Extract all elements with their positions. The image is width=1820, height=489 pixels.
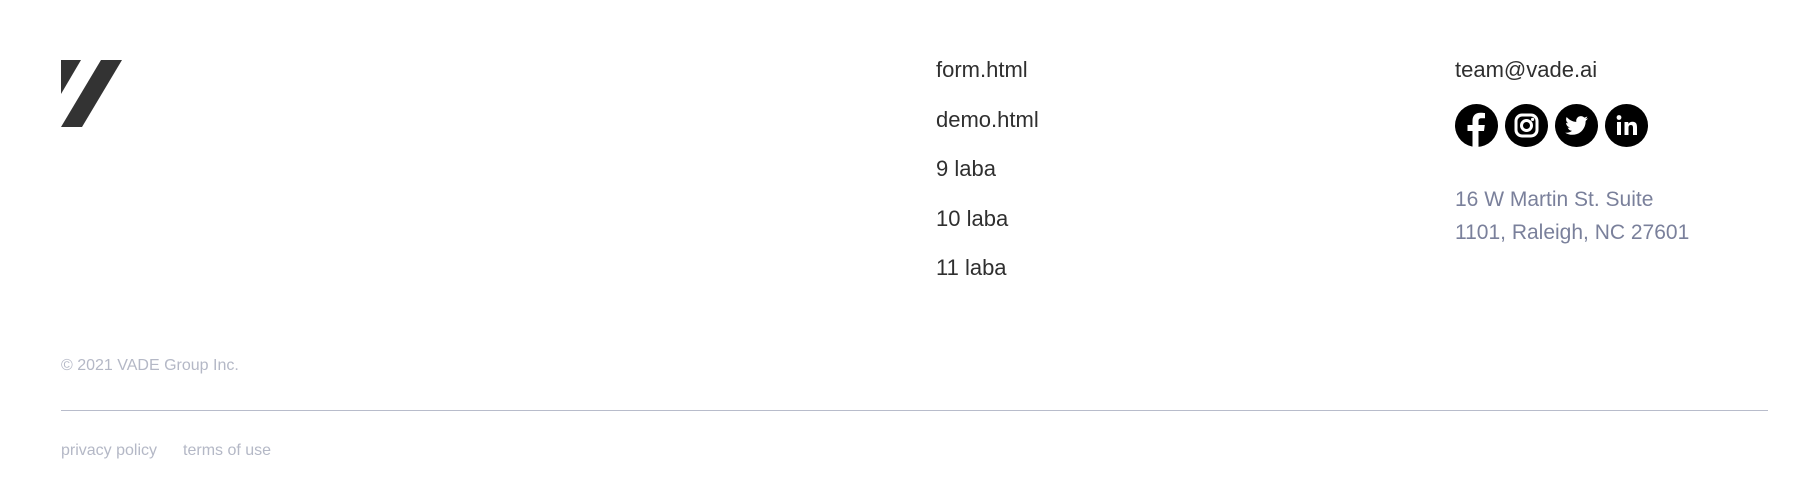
nav-item: 9 laba <box>936 154 1039 204</box>
nav-item: 10 laba <box>936 204 1039 254</box>
footer-divider <box>61 410 1768 411</box>
privacy-policy-link[interactable]: privacy policy <box>61 440 157 462</box>
site-footer: form.html demo.html 9 laba 10 laba 11 la… <box>0 0 1820 489</box>
address-line-2: 1101, Raleigh, NC 27601 <box>1455 221 1690 244</box>
nav-link-laba-11[interactable]: 11 laba <box>936 255 1007 280</box>
nav-link-laba-10[interactable]: 10 laba <box>936 206 1008 231</box>
address-line-1: 16 W Martin St. Suite <box>1455 188 1654 211</box>
nav-link-demo[interactable]: demo.html <box>936 107 1039 132</box>
contact-email-link[interactable]: team@vade.ai <box>1455 55 1689 85</box>
nav-link-form[interactable]: form.html <box>936 57 1028 82</box>
terms-of-use-link[interactable]: terms of use <box>183 440 271 462</box>
social-links <box>1455 104 1689 147</box>
nav-item: 11 laba <box>936 253 1039 303</box>
linkedin-icon[interactable] <box>1605 104 1648 147</box>
footer-nav: form.html demo.html 9 laba 10 laba 11 la… <box>936 55 1039 303</box>
company-address: 16 W Martin St. Suite 1101, Raleigh, NC … <box>1455 183 1689 249</box>
facebook-icon[interactable] <box>1455 104 1498 147</box>
copyright-text: © 2021 VADE Group Inc. <box>61 357 239 374</box>
legal-links: privacy policy terms of use <box>61 440 271 462</box>
vade-logo-icon[interactable] <box>61 60 122 127</box>
nav-item: demo.html <box>936 105 1039 155</box>
nav-link-laba-9[interactable]: 9 laba <box>936 156 996 181</box>
nav-item: form.html <box>936 55 1039 105</box>
instagram-icon[interactable] <box>1505 104 1548 147</box>
twitter-icon[interactable] <box>1555 104 1598 147</box>
contact-block: team@vade.ai 16 W Martin St. Suite 1101,… <box>1455 55 1689 249</box>
